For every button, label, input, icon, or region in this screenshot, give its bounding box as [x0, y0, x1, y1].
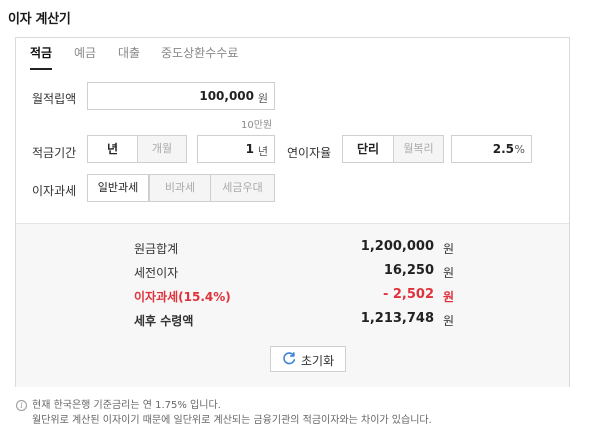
- reset-button[interactable]: 초기화: [270, 346, 346, 372]
- period-unit: 년: [257, 145, 268, 158]
- principal-unit: 원: [443, 242, 455, 256]
- principal-value: 1,200,000: [360, 239, 434, 254]
- period-unit-month[interactable]: 개월: [137, 135, 187, 163]
- rate-value: 2.5: [492, 142, 514, 156]
- rate-label: 연이자율: [287, 146, 332, 160]
- refresh-icon: [283, 352, 296, 365]
- pretax-interest-value: 16,250: [383, 263, 434, 278]
- period-input[interactable]: 1 년: [197, 135, 275, 163]
- tab-prepayment-fee[interactable]: 중도상환수수료: [161, 44, 238, 61]
- rate-type-simple[interactable]: 단리: [342, 135, 394, 163]
- interest-tax-label: 이자과세(15.4%): [134, 290, 231, 304]
- principal-label: 원금합계: [134, 242, 179, 256]
- interest-tax-value: - 2,502: [382, 287, 434, 302]
- monthly-deposit-label: 월적립액: [32, 92, 77, 106]
- pretax-interest-label: 세전이자: [134, 266, 179, 280]
- calculator-panel: 적금 예금 대출 중도상환수수료 월적립액 100,000 원 10만원 적금기…: [15, 37, 570, 387]
- rate-input[interactable]: 2.5 %: [451, 135, 532, 163]
- rate-type-compound[interactable]: 월복리: [393, 135, 444, 163]
- note-calculation: 월단위로 계산된 이자이기 때문에 일단위로 계산되는 금융기관의 적금이자와는…: [32, 415, 432, 426]
- interest-tax-unit: 원: [443, 290, 455, 304]
- tax-option-exempt[interactable]: 비과세: [149, 174, 211, 202]
- net-amount-value: 1,213,748: [360, 311, 434, 326]
- result-section: 원금합계 1,200,000 원 세전이자 16,250 원 이자과세(15.4…: [16, 223, 569, 387]
- monthly-deposit-input[interactable]: 100,000 원: [87, 82, 275, 110]
- rate-unit: %: [514, 143, 525, 156]
- period-value: 1: [245, 142, 254, 156]
- tab-deposit[interactable]: 예금: [74, 44, 96, 61]
- note-base-rate: 현재 한국은행 기준금리는 연 1.75% 입니다.: [32, 400, 221, 411]
- monthly-deposit-unit: 원: [257, 92, 268, 105]
- page-title: 이자 계산기: [8, 12, 71, 27]
- period-unit-year[interactable]: 년: [87, 135, 138, 163]
- net-amount-unit: 원: [443, 314, 455, 328]
- period-label: 적금기간: [32, 146, 77, 160]
- monthly-deposit-value: 100,000: [199, 89, 254, 103]
- net-amount-label: 세후 수령액: [134, 314, 194, 328]
- tab-savings[interactable]: 적금: [30, 44, 53, 70]
- monthly-deposit-hint: 10만원: [241, 120, 273, 131]
- pretax-interest-unit: 원: [443, 266, 455, 280]
- tab-loan[interactable]: 대출: [118, 44, 140, 61]
- info-icon: i: [16, 400, 27, 411]
- tax-option-preferential[interactable]: 세금우대: [210, 174, 275, 202]
- reset-button-label: 초기화: [301, 354, 335, 368]
- tax-label: 이자과세: [32, 184, 77, 198]
- tax-option-general[interactable]: 일반과세: [87, 174, 149, 202]
